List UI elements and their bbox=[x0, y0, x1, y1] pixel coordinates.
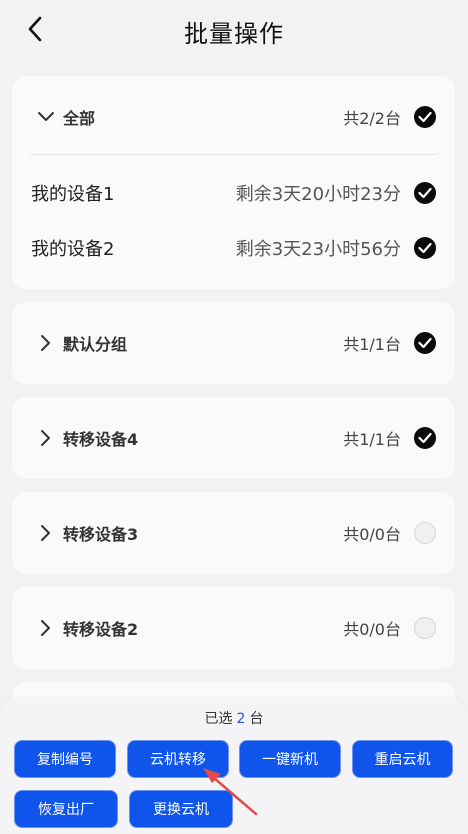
device-remaining-time: 剩余3天20小时23分 bbox=[235, 184, 401, 205]
group-header-default[interactable]: 默认分组 共1/1台 bbox=[12, 302, 455, 384]
page-title: 批量操作 bbox=[184, 19, 284, 48]
chevron-left-icon bbox=[28, 16, 42, 42]
device-checkbox[interactable] bbox=[414, 237, 436, 259]
group-header-transfer3[interactable]: 转移设备3 共0/0台 bbox=[12, 492, 455, 574]
bottom-action-panel: 已选 2 台 复制编号 云机转移 一键新机 重启云机 恢复出厂 更换云机 bbox=[0, 698, 468, 834]
selected-suffix: 台 bbox=[249, 711, 264, 727]
group-checkbox[interactable] bbox=[414, 522, 436, 544]
checkmark-icon bbox=[418, 242, 432, 254]
device-checkbox[interactable] bbox=[414, 182, 436, 204]
group-count: 共1/1台 bbox=[343, 430, 401, 449]
group-count: 共2/2台 bbox=[343, 109, 401, 128]
group-checkbox[interactable] bbox=[414, 617, 436, 639]
checkmark-icon bbox=[418, 432, 432, 444]
group-checkbox[interactable] bbox=[414, 332, 436, 354]
factory-reset-button[interactable]: 恢复出厂 bbox=[14, 790, 118, 828]
header-bar: 批量操作 bbox=[0, 0, 468, 62]
group-checkbox-all[interactable] bbox=[414, 106, 436, 128]
group-card-transfer3: 转移设备3 共0/0台 bbox=[12, 492, 455, 574]
group-card-all: 全部 共2/2台 我的设备1 剩余3天20小时23分 我的设备2 剩余3天23小… bbox=[12, 76, 455, 289]
group-name: 转移设备3 bbox=[63, 525, 139, 544]
group-name: 默认分组 bbox=[63, 335, 128, 354]
group-card-default: 默认分组 共1/1台 bbox=[12, 302, 455, 384]
group-name: 转移设备2 bbox=[63, 620, 139, 639]
group-name: 全部 bbox=[63, 109, 96, 128]
chevron-right-icon bbox=[36, 428, 56, 448]
group-name: 转移设备4 bbox=[63, 430, 139, 449]
group-header-transfer2[interactable]: 转移设备2 共0/0台 bbox=[12, 587, 455, 669]
divider bbox=[30, 154, 437, 155]
restart-button[interactable]: 重启云机 bbox=[352, 740, 453, 778]
selected-count: 2 bbox=[236, 711, 246, 727]
group-card-transfer4: 转移设备4 共1/1台 bbox=[12, 397, 455, 479]
checkmark-icon bbox=[418, 337, 432, 349]
group-count: 共1/1台 bbox=[343, 335, 401, 354]
chevron-down-icon bbox=[36, 107, 56, 127]
replace-device-button[interactable]: 更换云机 bbox=[129, 790, 233, 828]
device-row[interactable]: 我的设备2 剩余3天23小时56分 bbox=[12, 228, 455, 268]
back-button[interactable] bbox=[22, 14, 48, 44]
group-count: 共0/0台 bbox=[343, 620, 401, 639]
cloud-transfer-button[interactable]: 云机转移 bbox=[127, 740, 229, 778]
device-name: 我的设备2 bbox=[31, 239, 115, 260]
group-header-all[interactable]: 全部 共2/2台 bbox=[12, 76, 455, 158]
checkmark-icon bbox=[418, 187, 432, 199]
device-row[interactable]: 我的设备1 剩余3天20小时23分 bbox=[12, 173, 455, 213]
new-device-button[interactable]: 一键新机 bbox=[239, 740, 341, 778]
chevron-right-icon bbox=[36, 333, 56, 353]
selected-count-text: 已选 2 台 bbox=[0, 708, 468, 728]
chevron-right-icon bbox=[36, 523, 56, 543]
group-card-transfer2: 转移设备2 共0/0台 bbox=[12, 587, 455, 669]
device-name: 我的设备1 bbox=[31, 184, 115, 205]
group-count: 共0/0台 bbox=[343, 525, 401, 544]
group-checkbox[interactable] bbox=[414, 427, 436, 449]
checkmark-icon bbox=[418, 111, 432, 123]
device-remaining-time: 剩余3天23小时56分 bbox=[235, 239, 401, 260]
selected-prefix: 已选 bbox=[204, 711, 233, 727]
copy-id-button[interactable]: 复制编号 bbox=[14, 740, 116, 778]
chevron-right-icon bbox=[36, 618, 56, 638]
group-header-transfer4[interactable]: 转移设备4 共1/1台 bbox=[12, 397, 455, 479]
